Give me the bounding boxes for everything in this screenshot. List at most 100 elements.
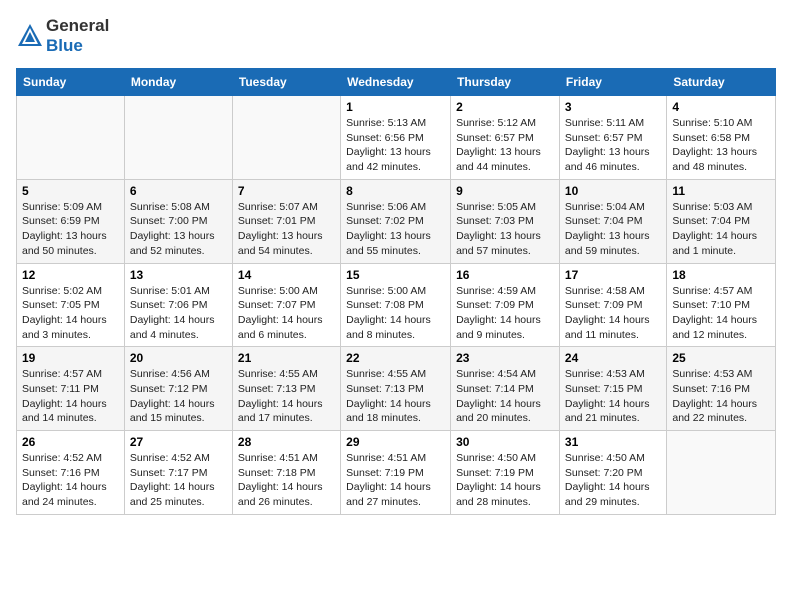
day-info: Sunrise: 4:55 AMSunset: 7:13 PMDaylight:… xyxy=(346,367,445,426)
day-number: 12 xyxy=(22,268,119,282)
calendar-cell: 11Sunrise: 5:03 AMSunset: 7:04 PMDayligh… xyxy=(667,179,776,263)
calendar-cell: 10Sunrise: 5:04 AMSunset: 7:04 PMDayligh… xyxy=(559,179,666,263)
day-number: 31 xyxy=(565,435,661,449)
calendar-cell: 2 Sunrise: 5:12 AMSunset: 6:57 PMDaylight… xyxy=(451,96,560,180)
day-number: 28 xyxy=(238,435,335,449)
day-number: 19 xyxy=(22,351,119,365)
column-header-sunday: Sunday xyxy=(17,69,125,96)
column-header-friday: Friday xyxy=(559,69,666,96)
day-number: 21 xyxy=(238,351,335,365)
calendar-cell: 20 Sunrise: 4:56 AMSunset: 7:12 PMDayligh… xyxy=(124,347,232,431)
day-number: 10 xyxy=(565,184,661,198)
day-info: Sunrise: 4:57 AMSunset: 7:10 PMDaylight:… xyxy=(672,284,770,343)
calendar-cell: 12 Sunrise: 5:02 AMSunset: 7:05 PMDayligh… xyxy=(17,263,125,347)
day-info: Sunrise: 5:00 AMSunset: 7:08 PMDaylight:… xyxy=(346,284,445,343)
day-info: Sunrise: 5:05 AMSunset: 7:03 PMDaylight:… xyxy=(456,200,554,259)
day-info: Sunrise: 5:02 AMSunset: 7:05 PMDaylight:… xyxy=(22,284,119,343)
logo-blue-text: Blue xyxy=(46,36,83,55)
day-number: 20 xyxy=(130,351,227,365)
day-number: 3 xyxy=(565,100,661,114)
day-info: Sunrise: 5:06 AMSunset: 7:02 PMDaylight:… xyxy=(346,200,445,259)
day-info: Sunrise: 5:13 AMSunset: 6:56 PMDaylight:… xyxy=(346,116,445,175)
calendar-cell: 26Sunrise: 4:52 AMSunset: 7:16 PMDayligh… xyxy=(17,431,125,515)
calendar-week-row: 1Sunrise: 5:13 AMSunset: 6:56 PMDaylight… xyxy=(17,96,776,180)
day-info: Sunrise: 5:08 AMSunset: 7:00 PMDaylight:… xyxy=(130,200,227,259)
day-info: Sunrise: 4:53 AMSunset: 7:16 PMDaylight:… xyxy=(672,367,770,426)
day-number: 13 xyxy=(130,268,227,282)
page-header: General Blue xyxy=(16,16,776,56)
calendar-cell: 27Sunrise: 4:52 AMSunset: 7:17 PMDayligh… xyxy=(124,431,232,515)
calendar-cell: 3 Sunrise: 5:11 AMSunset: 6:57 PMDaylight… xyxy=(559,96,666,180)
calendar-cell: 25 Sunrise: 4:53 AMSunset: 7:16 PMDayligh… xyxy=(667,347,776,431)
day-info: Sunrise: 4:59 AMSunset: 7:09 PMDaylight:… xyxy=(456,284,554,343)
day-number: 24 xyxy=(565,351,661,365)
calendar-cell: 1Sunrise: 5:13 AMSunset: 6:56 PMDaylight… xyxy=(341,96,451,180)
day-info: Sunrise: 5:11 AMSunset: 6:57 PMDaylight:… xyxy=(565,116,661,175)
calendar-cell xyxy=(667,431,776,515)
logo-icon xyxy=(16,22,44,50)
column-header-wednesday: Wednesday xyxy=(341,69,451,96)
day-number: 4 xyxy=(672,100,770,114)
day-info: Sunrise: 4:51 AMSunset: 7:19 PMDaylight:… xyxy=(346,451,445,510)
calendar-cell: 31 Sunrise: 4:50 AMSunset: 7:20 PMDayligh… xyxy=(559,431,666,515)
calendar-header-row: SundayMondayTuesdayWednesdayThursdayFrid… xyxy=(17,69,776,96)
logo-general-text: General xyxy=(46,16,109,35)
day-info: Sunrise: 4:54 AMSunset: 7:14 PMDaylight:… xyxy=(456,367,554,426)
calendar-cell: 7 Sunrise: 5:07 AMSunset: 7:01 PMDaylight… xyxy=(232,179,340,263)
day-number: 23 xyxy=(456,351,554,365)
day-info: Sunrise: 4:56 AMSunset: 7:12 PMDaylight:… xyxy=(130,367,227,426)
calendar-week-row: 12 Sunrise: 5:02 AMSunset: 7:05 PMDayligh… xyxy=(17,263,776,347)
column-header-tuesday: Tuesday xyxy=(232,69,340,96)
calendar-cell: 6 Sunrise: 5:08 AMSunset: 7:00 PMDaylight… xyxy=(124,179,232,263)
day-info: Sunrise: 5:12 AMSunset: 6:57 PMDaylight:… xyxy=(456,116,554,175)
day-number: 30 xyxy=(456,435,554,449)
day-number: 7 xyxy=(238,184,335,198)
day-number: 8 xyxy=(346,184,445,198)
calendar-week-row: 26Sunrise: 4:52 AMSunset: 7:16 PMDayligh… xyxy=(17,431,776,515)
calendar-cell: 24Sunrise: 4:53 AMSunset: 7:15 PMDayligh… xyxy=(559,347,666,431)
calendar-cell: 23 Sunrise: 4:54 AMSunset: 7:14 PMDayligh… xyxy=(451,347,560,431)
column-header-saturday: Saturday xyxy=(667,69,776,96)
calendar-cell: 30Sunrise: 4:50 AMSunset: 7:19 PMDayligh… xyxy=(451,431,560,515)
calendar-week-row: 19Sunrise: 4:57 AMSunset: 7:11 PMDayligh… xyxy=(17,347,776,431)
calendar-cell: 17Sunrise: 4:58 AMSunset: 7:09 PMDayligh… xyxy=(559,263,666,347)
day-number: 16 xyxy=(456,268,554,282)
day-info: Sunrise: 5:10 AMSunset: 6:58 PMDaylight:… xyxy=(672,116,770,175)
calendar-cell: 16 Sunrise: 4:59 AMSunset: 7:09 PMDayligh… xyxy=(451,263,560,347)
day-number: 18 xyxy=(672,268,770,282)
calendar-cell xyxy=(232,96,340,180)
day-info: Sunrise: 4:50 AMSunset: 7:20 PMDaylight:… xyxy=(565,451,661,510)
calendar-cell xyxy=(124,96,232,180)
calendar-cell: 8 Sunrise: 5:06 AMSunset: 7:02 PMDaylight… xyxy=(341,179,451,263)
day-number: 17 xyxy=(565,268,661,282)
calendar-cell: 15 Sunrise: 5:00 AMSunset: 7:08 PMDayligh… xyxy=(341,263,451,347)
calendar-cell: 22 Sunrise: 4:55 AMSunset: 7:13 PMDayligh… xyxy=(341,347,451,431)
day-info: Sunrise: 5:07 AMSunset: 7:01 PMDaylight:… xyxy=(238,200,335,259)
calendar-table: SundayMondayTuesdayWednesdayThursdayFrid… xyxy=(16,68,776,515)
calendar-cell: 29 Sunrise: 4:51 AMSunset: 7:19 PMDayligh… xyxy=(341,431,451,515)
day-number: 2 xyxy=(456,100,554,114)
calendar-week-row: 5 Sunrise: 5:09 AMSunset: 6:59 PMDaylight… xyxy=(17,179,776,263)
day-info: Sunrise: 5:01 AMSunset: 7:06 PMDaylight:… xyxy=(130,284,227,343)
day-info: Sunrise: 4:51 AMSunset: 7:18 PMDaylight:… xyxy=(238,451,335,510)
day-number: 9 xyxy=(456,184,554,198)
day-number: 29 xyxy=(346,435,445,449)
calendar-cell xyxy=(17,96,125,180)
calendar-cell: 5 Sunrise: 5:09 AMSunset: 6:59 PMDaylight… xyxy=(17,179,125,263)
day-info: Sunrise: 4:52 AMSunset: 7:16 PMDaylight:… xyxy=(22,451,119,510)
calendar-cell: 14Sunrise: 5:00 AMSunset: 7:07 PMDayligh… xyxy=(232,263,340,347)
column-header-thursday: Thursday xyxy=(451,69,560,96)
day-number: 5 xyxy=(22,184,119,198)
day-number: 27 xyxy=(130,435,227,449)
day-number: 6 xyxy=(130,184,227,198)
calendar-cell: 4 Sunrise: 5:10 AMSunset: 6:58 PMDaylight… xyxy=(667,96,776,180)
day-info: Sunrise: 5:03 AMSunset: 7:04 PMDaylight:… xyxy=(672,200,770,259)
day-number: 25 xyxy=(672,351,770,365)
day-number: 14 xyxy=(238,268,335,282)
calendar-cell: 18 Sunrise: 4:57 AMSunset: 7:10 PMDayligh… xyxy=(667,263,776,347)
day-info: Sunrise: 5:09 AMSunset: 6:59 PMDaylight:… xyxy=(22,200,119,259)
logo: General Blue xyxy=(16,16,109,56)
day-number: 22 xyxy=(346,351,445,365)
day-number: 15 xyxy=(346,268,445,282)
column-header-monday: Monday xyxy=(124,69,232,96)
